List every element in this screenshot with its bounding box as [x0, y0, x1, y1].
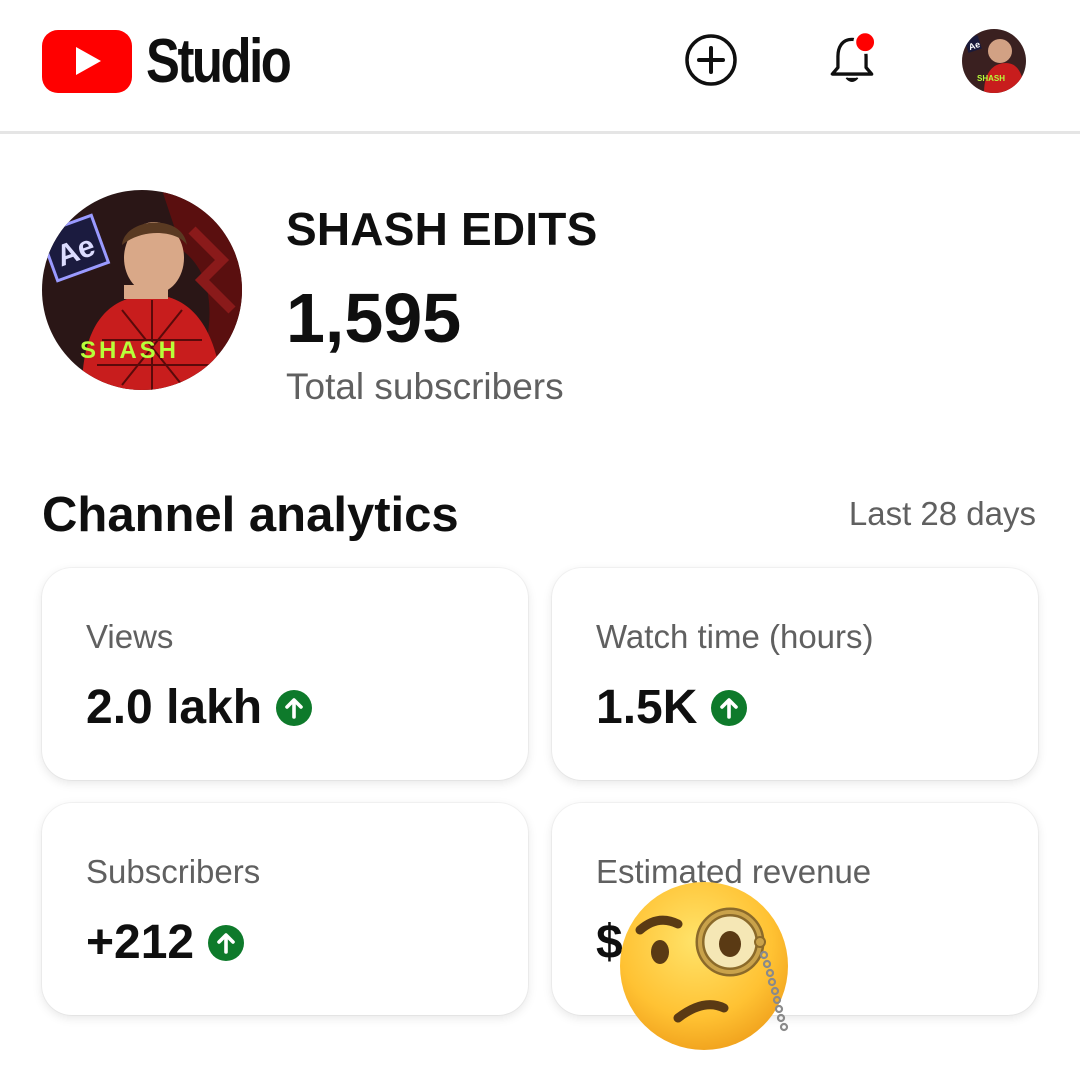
youtube-logo-icon	[42, 30, 132, 93]
top-app-bar: Studio Ae SHASH	[0, 0, 1080, 134]
channel-analytics-title: Channel analytics	[42, 488, 459, 542]
notification-bell-icon	[830, 30, 877, 83]
create-plus-icon	[685, 34, 737, 86]
total-subscriber-count: 1,595	[286, 279, 462, 357]
watch-time-value-row: 1.5K	[596, 680, 748, 735]
notification-dot	[853, 30, 877, 54]
watch-time-card[interactable]: Watch time (hours) 1.5K	[552, 568, 1038, 780]
svg-text:SHASH: SHASH	[80, 337, 179, 364]
logo-text: Studio	[146, 27, 292, 96]
youtube-studio-logo[interactable]: Studio	[42, 30, 321, 93]
channel-name: SHASH EDITS	[286, 203, 598, 255]
notifications-button[interactable]	[822, 30, 882, 90]
analytics-period: Last 28 days	[848, 495, 1036, 532]
views-value: 2.0 lakh	[86, 681, 263, 734]
face-with-monocle-emoji	[620, 882, 789, 1050]
channel-avatar[interactable]: Ae SHASH	[42, 190, 242, 390]
subscribers-value-row: +212	[86, 915, 245, 970]
svg-text:SHASH: SHASH	[977, 74, 1005, 83]
subscribers-label: Subscribers	[86, 853, 261, 890]
trend-up-icon	[711, 689, 748, 726]
subscribers-value: +212	[86, 916, 195, 969]
watch-time-label: Watch time (hours)	[596, 618, 874, 655]
trend-up-icon	[276, 689, 313, 726]
account-avatar[interactable]: Ae SHASH	[962, 29, 1026, 93]
create-button[interactable]	[681, 30, 741, 90]
avatar-image: Ae SHASH	[962, 29, 1026, 93]
subscribers-card[interactable]: Subscribers +212	[42, 803, 528, 1015]
channel-avatar-image: Ae SHASH	[42, 190, 242, 390]
views-label: Views	[86, 618, 174, 655]
views-card[interactable]: Views 2.0 lakh	[42, 568, 528, 780]
trend-up-icon	[208, 924, 245, 961]
views-value-row: 2.0 lakh	[86, 680, 313, 735]
total-subscribers-label: Total subscribers	[286, 366, 564, 407]
watch-time-value: 1.5K	[596, 681, 698, 734]
